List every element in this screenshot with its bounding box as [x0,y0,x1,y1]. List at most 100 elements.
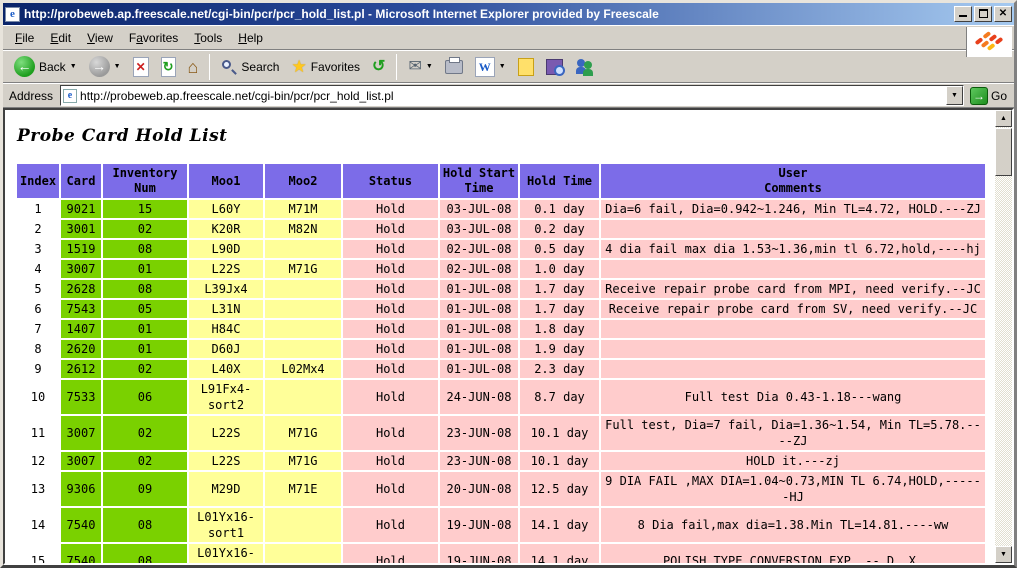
cell-card: 2620 [61,340,101,358]
messenger-button[interactable] [570,52,600,81]
scroll-down-button[interactable]: ▼ [995,546,1012,563]
cell-inventory-num: 09 [103,472,187,506]
print-button[interactable] [440,52,468,81]
address-bar: Address e ▼ → Go [3,83,1014,108]
address-input[interactable] [80,87,946,104]
cell-hold-time: 2.3 day [520,360,599,378]
address-field[interactable]: e ▼ [60,85,964,106]
edit-with-word-button[interactable]: W ▼ [470,52,511,81]
forward-dropdown-icon[interactable]: ▼ [114,63,121,70]
cell-user-comments: Receive repair probe card from SV, need … [601,300,985,318]
menu-file[interactable]: File [7,28,42,48]
cell-moo2: M71E [265,472,341,506]
menu-tools[interactable]: Tools [186,28,230,48]
cell-inventory-num: 02 [103,452,187,470]
home-icon: ⌂ [188,58,199,76]
back-dropdown-icon[interactable]: ▼ [70,63,77,70]
cell-status: Hold [343,300,438,318]
stop-button[interactable]: ✕ [128,52,154,81]
cell-moo2 [265,508,341,542]
back-button[interactable]: ← Back ▼ [9,52,82,81]
cell-inventory-num: 01 [103,340,187,358]
minimize-icon [959,7,967,17]
maximize-button[interactable] [974,6,992,22]
cell-user-comments: 4 dia fail max dia 1.53~1.36,min tl 6.72… [601,240,985,258]
cell-index: 3 [17,240,59,258]
research-button[interactable] [541,52,568,81]
notes-button[interactable] [513,52,539,81]
messenger-icon [575,58,595,76]
print-icon [445,60,463,74]
table-row: 6754305L31NHold01-JUL-081.7 dayReceive r… [17,300,985,318]
search-button[interactable]: Search [216,52,284,81]
cell-moo2 [265,300,341,318]
cell-moo2 [265,280,341,298]
vertical-scrollbar[interactable]: ▲ ▼ [995,110,1012,563]
cell-status: Hold [343,360,438,378]
cell-hold-start-time: 02-JUL-08 [440,260,518,278]
cell-moo2 [265,340,341,358]
cell-user-comments: POLISH TYPE CONVERSION EXP. -- D. X. [601,544,985,563]
cell-card: 2612 [61,360,101,378]
close-button[interactable]: ✕ [994,6,1012,22]
cell-card: 1407 [61,320,101,338]
address-dropdown-button[interactable]: ▼ [946,86,963,105]
cell-status: Hold [343,416,438,450]
table-row: 12300702L22SM71GHold23-JUN-0810.1 dayHOL… [17,452,985,470]
cell-hold-time: 14.1 day [520,544,599,563]
menu-view[interactable]: View [79,28,121,48]
history-button[interactable]: ↺ [367,52,390,81]
cell-card: 3007 [61,452,101,470]
scroll-up-button[interactable]: ▲ [995,110,1012,127]
cell-hold-start-time: 01-JUL-08 [440,320,518,338]
cell-inventory-num: 02 [103,416,187,450]
cell-hold-time: 1.8 day [520,320,599,338]
menu-edit[interactable]: Edit [42,28,79,48]
refresh-icon: ↻ [161,57,176,77]
cell-user-comments [601,220,985,238]
column-header-user-comments: User Comments [601,164,985,198]
table-row: 4300701L22SM71GHold02-JUL-081.0 day [17,260,985,278]
cell-inventory-num: 02 [103,220,187,238]
table-row: 13930609M29DM71EHold20-JUN-0812.5 day9 D… [17,472,985,506]
forward-button[interactable]: → ▼ [84,52,126,81]
cell-user-comments: 8 Dia fail,max dia=1.38.Min TL=14.81.---… [601,508,985,542]
toolbar-separator [209,54,210,80]
title-bar[interactable]: e http://probeweb.ap.freescale.net/cgi-b… [3,3,1014,25]
scrollbar-thumb[interactable] [995,128,1012,176]
research-icon [546,59,563,75]
mail-button[interactable]: ✉ ▼ [403,52,437,81]
table-header-row: IndexCardInventory NumMoo1Moo2StatusHold… [17,164,985,198]
browser-window: e http://probeweb.ap.freescale.net/cgi-b… [0,0,1017,568]
cell-moo2: M71G [265,260,341,278]
back-icon: ← [14,56,35,77]
column-header-index: Index [17,164,59,198]
minimize-button[interactable] [954,6,972,22]
cell-moo2 [265,320,341,338]
cell-user-comments: Dia=6 fail, Dia=0.942~1.246, Min TL=4.72… [601,200,985,218]
menu-favorites[interactable]: Favorites [121,28,186,48]
cell-inventory-num: 06 [103,380,187,414]
note-icon [518,58,534,76]
go-button[interactable]: → Go [968,87,1011,105]
cell-inventory-num: 15 [103,200,187,218]
edit-dropdown-icon[interactable]: ▼ [499,63,506,70]
cell-hold-start-time: 19-JUN-08 [440,544,518,563]
cell-user-comments [601,340,985,358]
go-label: Go [991,89,1007,103]
go-arrow-icon: → [970,87,988,105]
cell-moo2 [265,544,341,563]
cell-status: Hold [343,380,438,414]
table-row: 5262808L39Jx4Hold01-JUL-081.7 dayReceive… [17,280,985,298]
favorites-label: Favorites [311,60,360,74]
home-button[interactable]: ⌂ [183,52,204,81]
menu-help[interactable]: Help [230,28,271,48]
table-row: 2300102K20RM82NHold03-JUL-080.2 day [17,220,985,238]
cell-inventory-num: 08 [103,240,187,258]
cell-moo2 [265,380,341,414]
cell-index: 7 [17,320,59,338]
cell-index: 1 [17,200,59,218]
favorites-button[interactable]: ★ Favorites [286,52,365,81]
mail-dropdown-icon[interactable]: ▼ [426,63,433,70]
refresh-button[interactable]: ↻ [156,52,181,81]
